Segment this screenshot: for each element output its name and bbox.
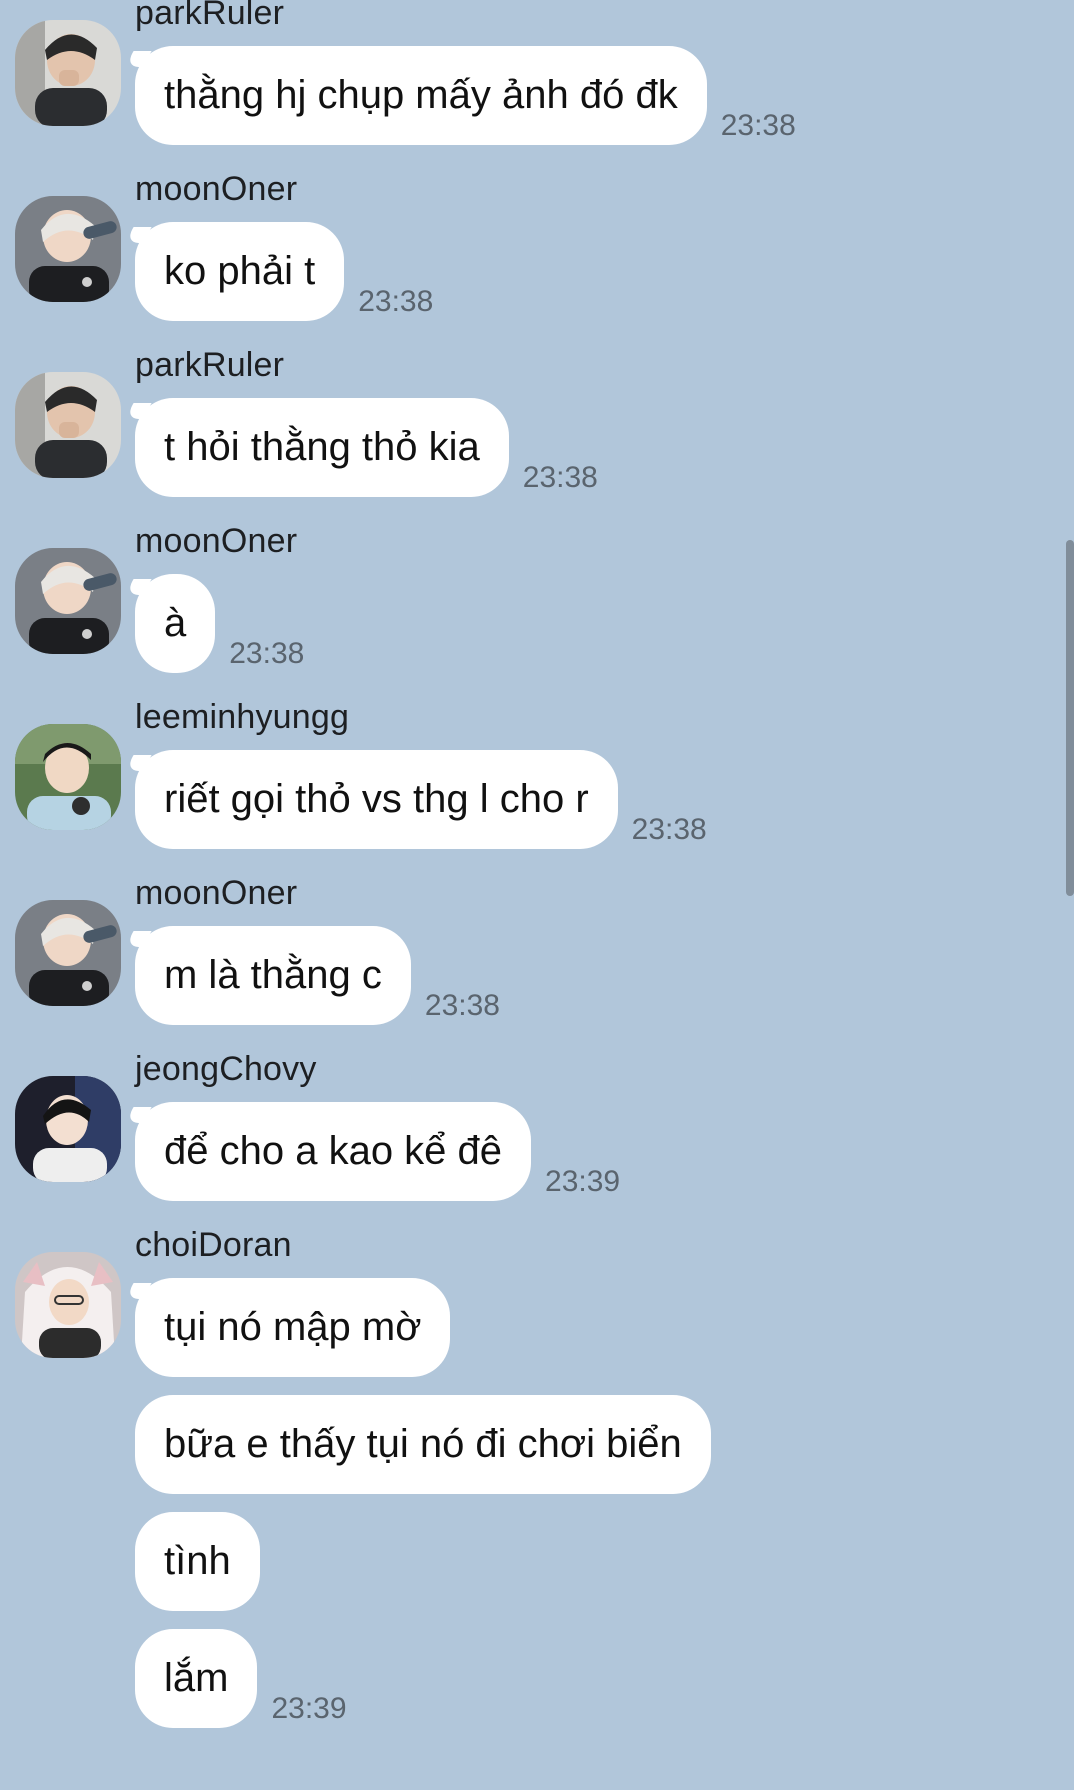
message-bubble[interactable]: t hỏi thằng thỏ kia <box>135 398 509 497</box>
sender-name[interactable]: parkRuler <box>135 348 1074 382</box>
message-timestamp: 23:38 <box>631 813 707 846</box>
avatar[interactable] <box>15 196 121 302</box>
message-bubble[interactable]: để cho a kao kể đê <box>135 1102 532 1201</box>
message-row: thằng hj chụp mấy ảnh đó đk 23:38 <box>135 46 1074 145</box>
message-group: moonOner ko phải t 23:38 <box>0 172 1074 321</box>
avatar[interactable] <box>15 1252 121 1358</box>
scrollbar-thumb[interactable] <box>1066 540 1074 896</box>
message-bubble[interactable]: m là thằng c <box>135 926 411 1025</box>
message-bubble[interactable]: ko phải t <box>135 222 345 321</box>
message-timestamp: 23:38 <box>229 637 305 670</box>
sender-name[interactable]: choiDoran <box>135 1228 1074 1262</box>
message-bubble[interactable]: lắm <box>135 1629 258 1728</box>
sender-name[interactable]: moonOner <box>135 876 1074 910</box>
avatar[interactable] <box>15 1076 121 1182</box>
avatar-image <box>15 20 121 126</box>
avatar-image <box>15 724 121 830</box>
message-group: jeongChovy để cho a kao kể đê 23:39 <box>0 1052 1074 1201</box>
message-timestamp: 23:38 <box>522 461 598 494</box>
sender-name[interactable]: parkRuler <box>135 0 1074 30</box>
message-row: để cho a kao kể đê 23:39 <box>135 1102 1074 1201</box>
message-group: leeminhyungg riết gọi thỏ vs thg l cho r 2… <box>0 700 1074 849</box>
message-timestamp: 23:38 <box>720 109 796 142</box>
avatar[interactable] <box>15 372 121 478</box>
avatar[interactable] <box>15 900 121 1006</box>
avatar-image <box>15 1252 121 1358</box>
message-bubble[interactable]: à <box>135 574 216 673</box>
message-bubble[interactable]: tình <box>135 1512 260 1611</box>
avatar[interactable] <box>15 20 121 126</box>
sender-name[interactable]: moonOner <box>135 172 1074 206</box>
message-row: lắm 23:39 <box>135 1629 1074 1728</box>
message-group: parkRuler thằng hj chụp mấy ảnh đó đk 23:3… <box>0 0 1074 145</box>
message-row: m là thằng c 23:38 <box>135 926 1074 1025</box>
message-bubble[interactable]: bữa e thấy tụi nó đi chơi biển <box>135 1395 711 1494</box>
message-timestamp: 23:39 <box>545 1165 621 1198</box>
message-row: à 23:38 <box>135 574 1074 673</box>
sender-name[interactable]: leeminhyungg <box>135 700 1074 734</box>
message-row: riết gọi thỏ vs thg l cho r 23:38 <box>135 750 1074 849</box>
message-row: tụi nó mập mờ <box>135 1278 1074 1377</box>
message-group: moonOner m là thằng c 23:38 <box>0 876 1074 1025</box>
sender-name[interactable]: jeongChovy <box>135 1052 1074 1086</box>
message-row: t hỏi thằng thỏ kia 23:38 <box>135 398 1074 497</box>
sender-name[interactable]: moonOner <box>135 524 1074 558</box>
avatar-image <box>15 900 121 1006</box>
message-timestamp: 23:38 <box>358 285 434 318</box>
message-bubble[interactable]: tụi nó mập mờ <box>135 1278 451 1377</box>
message-row: bữa e thấy tụi nó đi chơi biển <box>135 1395 1074 1494</box>
avatar[interactable] <box>15 548 121 654</box>
message-bubble[interactable]: thằng hj chụp mấy ảnh đó đk <box>135 46 707 145</box>
message-row: tình <box>135 1512 1074 1611</box>
avatar-image <box>15 372 121 478</box>
message-group: moonOner à 23:38 <box>0 524 1074 673</box>
avatar-image <box>15 196 121 302</box>
avatar-image <box>15 1076 121 1182</box>
avatar-image <box>15 548 121 654</box>
message-timestamp: 23:38 <box>424 989 500 1022</box>
chat-message-list[interactable]: parkRuler thằng hj chụp mấy ảnh đó đk 23:3… <box>0 0 1074 1755</box>
avatar[interactable] <box>15 724 121 830</box>
message-group: choiDoran tụi nó mập mờ bữa e thấy tụi nó … <box>0 1228 1074 1728</box>
message-row: ko phải t 23:38 <box>135 222 1074 321</box>
message-group: parkRuler t hỏi thằng thỏ kia 23:38 <box>0 348 1074 497</box>
message-timestamp: 23:39 <box>271 1692 347 1725</box>
message-bubble[interactable]: riết gọi thỏ vs thg l cho r <box>135 750 618 849</box>
